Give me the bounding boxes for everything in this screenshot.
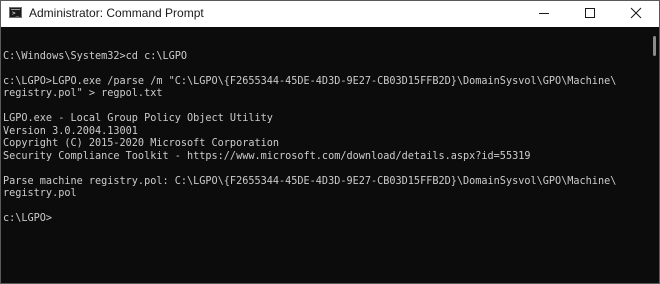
console-line: C:\Windows\System32>cd c:\LGPO (3, 50, 188, 62)
cmd-icon: >_ (9, 7, 22, 18)
maximize-button[interactable] (567, 1, 613, 27)
close-button[interactable] (613, 1, 659, 27)
console-line: registry.pol" > regpol.txt (3, 88, 163, 99)
console-output[interactable]: C:\Windows\System32>cd c:\LGPO c:\LGPO>L… (1, 27, 649, 283)
console-line: Copyright (C) 2015-2020 Microsoft Corpor… (3, 138, 280, 149)
console-prompt-line: c:\LGPO> (3, 213, 53, 224)
scrollbar-thumb[interactable] (653, 36, 656, 56)
console-line: Security Compliance Toolkit - https://ww… (3, 150, 531, 162)
window-title: Administrator: Command Prompt (29, 6, 204, 20)
title-bar[interactable]: >_ Administrator: Command Prompt (1, 1, 659, 27)
vertical-scrollbar[interactable] (649, 27, 659, 283)
close-icon (630, 7, 642, 19)
maximize-icon (585, 8, 595, 18)
minimize-button[interactable] (521, 1, 567, 27)
minimize-icon (539, 13, 549, 14)
console-line: c:\LGPO>LGPO.exe /parse /m "C:\LGPO\{F26… (3, 75, 617, 87)
console-line: registry.pol (3, 188, 77, 199)
command-prompt-window: >_ Administrator: Command Prompt C:\Wind… (0, 0, 660, 284)
console-line: Version 3.0.2004.13001 (3, 125, 138, 137)
console-line: LGPO.exe - Local Group Policy Object Uti… (3, 113, 273, 124)
console-line: Parse machine registry.pol: C:\LGPO\{F26… (3, 175, 617, 187)
console-lines: C:\Windows\System32>cd c:\LGPO c:\LGPO>L… (3, 38, 616, 226)
